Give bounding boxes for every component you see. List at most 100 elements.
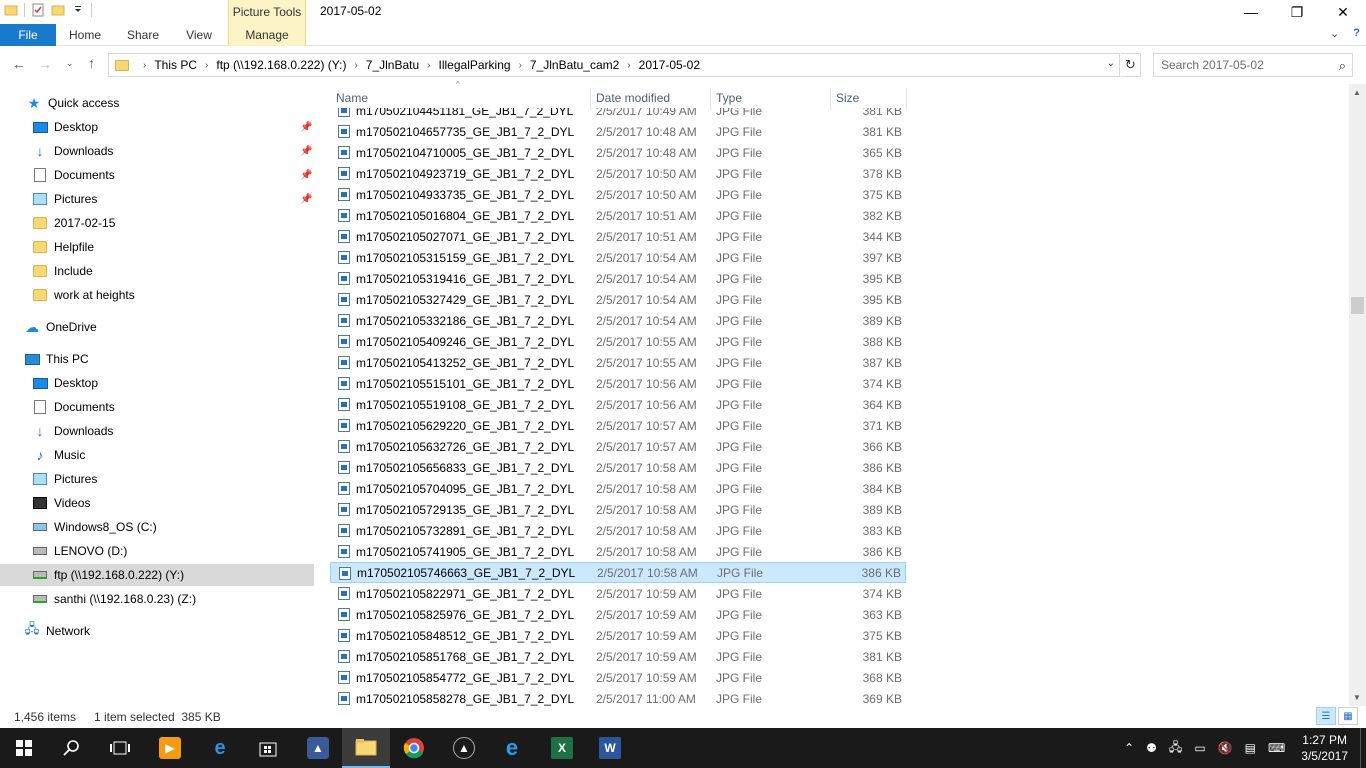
column-header-size[interactable]: Size — [836, 88, 906, 108]
nav-qa-include[interactable]: Include — [0, 260, 314, 282]
search-box[interactable]: ⌕ — [1153, 53, 1353, 77]
file-row[interactable]: m170502105854772_GE_JB1_7_2_DYL 2/5/2017 … — [330, 667, 906, 688]
breadcrumb-jlnbatu[interactable]: 7_JlnBatu — [366, 58, 419, 72]
help-button[interactable]: ? — [1353, 27, 1360, 40]
nav-pc-desktop[interactable]: Desktop — [0, 372, 314, 394]
volume-muted-icon[interactable]: 🔇 — [1218, 741, 1233, 755]
scroll-down-icon[interactable]: ▼ — [1353, 693, 1361, 702]
forward-arrow-icon[interactable]: → — [38, 56, 52, 72]
nav-pc-windows-drive[interactable]: Windows8_OS (C:) — [0, 516, 314, 538]
ie-app[interactable]: e — [488, 728, 536, 768]
file-row[interactable]: m170502105732891_GE_JB1_7_2_DYL 2/5/2017 … — [330, 520, 906, 541]
battery-icon[interactable]: ▭ — [1194, 741, 1205, 755]
file-row[interactable]: m170502105729135_GE_JB1_7_2_DYL 2/5/2017 … — [330, 499, 906, 520]
vertical-scrollbar[interactable]: ▲ ▼ — [1349, 84, 1366, 706]
scrollbar-thumb[interactable] — [1351, 297, 1364, 314]
edge-app[interactable]: e — [196, 728, 244, 768]
search-icon[interactable]: ⌕ — [1339, 58, 1346, 74]
word-app[interactable]: W — [586, 728, 634, 768]
file-row[interactable]: m170502104923719_GE_JB1_7_2_DYL 2/5/2017 … — [330, 163, 906, 184]
breadcrumb-cam2[interactable]: 7_JlnBatu_cam2 — [530, 58, 619, 72]
nav-pc-music[interactable]: ♪ Music — [0, 444, 314, 466]
file-row[interactable]: m170502105413252_GE_JB1_7_2_DYL 2/5/2017 … — [330, 352, 906, 373]
address-dropdown-icon[interactable]: ⌄ — [1107, 58, 1115, 69]
file-row[interactable]: m170502105851768_GE_JB1_7_2_DYL 2/5/2017 … — [330, 646, 906, 667]
tab-manage[interactable]: Manage — [228, 24, 306, 46]
file-row[interactable]: m170502105332186_GE_JB1_7_2_DYL 2/5/2017 … — [330, 310, 906, 331]
maximize-button[interactable]: ❐ — [1274, 0, 1320, 24]
file-row[interactable]: m170502105519108_GE_JB1_7_2_DYL 2/5/2017 … — [330, 394, 906, 415]
breadcrumb-illegalparking[interactable]: IllegalParking — [439, 58, 511, 72]
scroll-up-icon[interactable]: ▲ — [1353, 88, 1361, 97]
file-row[interactable]: m170502105825976_GE_JB1_7_2_DYL 2/5/2017 … — [330, 604, 906, 625]
tab-home[interactable]: Home — [56, 24, 114, 46]
breadcrumb-this-pc[interactable]: This PC — [154, 58, 197, 72]
pin-icon[interactable]: 📌 — [300, 122, 312, 133]
breadcrumb-current-folder[interactable]: 2017-05-02 — [639, 58, 700, 72]
nav-pc-pictures[interactable]: Pictures — [0, 468, 314, 490]
file-row[interactable]: m170502104933735_GE_JB1_7_2_DYL 2/5/2017 … — [330, 184, 906, 205]
properties-icon[interactable] — [31, 3, 45, 17]
address-bar[interactable]: › This PC › ftp (\\192.168.0.222) (Y:) ›… — [108, 53, 1120, 77]
close-button[interactable]: ✕ — [1320, 0, 1366, 24]
column-divider[interactable] — [906, 88, 907, 110]
column-header-type[interactable]: Type — [716, 88, 828, 108]
nav-pc-videos[interactable]: Videos — [0, 492, 314, 514]
chevron-right-icon[interactable]: › — [627, 60, 630, 71]
details-view-icon[interactable]: ☰ — [1316, 707, 1336, 725]
file-row[interactable]: m170502105822971_GE_JB1_7_2_DYL 2/5/2017 … — [330, 583, 906, 604]
file-row[interactable]: m170502104451181_GE_JB1_7_2_DYL 2/5/2017 … — [330, 108, 906, 121]
task-view-button[interactable] — [96, 728, 144, 768]
pin-icon[interactable]: 📌 — [300, 146, 312, 157]
show-desktop-button[interactable] — [1360, 728, 1366, 768]
app-6[interactable]: ▲ — [294, 728, 342, 768]
chevron-right-icon[interactable]: › — [519, 60, 522, 71]
file-row[interactable]: m170502104657735_GE_JB1_7_2_DYL 2/5/2017 … — [330, 121, 906, 142]
column-divider[interactable] — [710, 88, 711, 110]
file-row[interactable]: m170502105848512_GE_JB1_7_2_DYL 2/5/2017 … — [330, 625, 906, 646]
file-row[interactable]: m170502105746663_GE_JB1_7_2_DYL 2/5/2017 … — [330, 562, 906, 583]
nav-onedrive[interactable]: ☁ OneDrive — [0, 316, 314, 338]
nav-pc-documents[interactable]: Documents — [0, 396, 314, 418]
file-row[interactable]: m170502105327429_GE_JB1_7_2_DYL 2/5/2017 … — [330, 289, 906, 310]
folder-icon[interactable] — [4, 3, 18, 17]
up-arrow-icon[interactable]: ↑ — [88, 55, 95, 71]
media-player-app[interactable]: ▶ — [146, 728, 194, 768]
file-row[interactable]: m170502105629220_GE_JB1_7_2_DYL 2/5/2017 … — [330, 415, 906, 436]
store-app[interactable] — [244, 728, 292, 768]
chevron-right-icon[interactable]: › — [205, 60, 208, 71]
tab-file[interactable]: File — [0, 24, 56, 46]
file-row[interactable]: m170502105632726_GE_JB1_7_2_DYL 2/5/2017 … — [330, 436, 906, 457]
nav-this-pc[interactable]: This PC — [0, 348, 314, 370]
column-header-date[interactable]: Date modified — [596, 88, 708, 108]
keyboard-icon[interactable]: ⌨ — [1268, 741, 1285, 755]
pin-icon[interactable]: 📌 — [300, 194, 312, 205]
column-header-name[interactable]: Name — [336, 88, 590, 108]
file-row[interactable]: m170502105704095_GE_JB1_7_2_DYL 2/5/2017 … — [330, 478, 906, 499]
nav-qa-downloads[interactable]: ↓ Downloads 📌 — [0, 140, 314, 162]
minimize-button[interactable]: — — [1228, 0, 1274, 24]
file-explorer-app[interactable] — [342, 728, 390, 768]
file-row[interactable]: m170502105027071_GE_JB1_7_2_DYL 2/5/2017 … — [330, 226, 906, 247]
nav-qa-helpfile[interactable]: Helpfile — [0, 236, 314, 258]
nav-qa-desktop[interactable]: Desktop 📌 — [0, 116, 314, 138]
back-arrow-icon[interactable]: ← — [12, 56, 26, 72]
chevron-right-icon[interactable]: › — [143, 60, 146, 71]
chevron-right-icon[interactable]: › — [354, 60, 357, 71]
file-row[interactable]: m170502105016804_GE_JB1_7_2_DYL 2/5/2017 … — [330, 205, 906, 226]
tab-share[interactable]: Share — [116, 24, 170, 46]
nav-pc-santhi-drive[interactable]: santhi (\\192.168.0.23) (Z:) — [0, 588, 314, 610]
file-row[interactable]: m170502105319416_GE_JB1_7_2_DYL 2/5/2017 … — [330, 268, 906, 289]
customize-qat-icon[interactable] — [71, 3, 85, 17]
file-row[interactable]: m170502104710005_GE_JB1_7_2_DYL 2/5/2017 … — [330, 142, 906, 163]
file-row[interactable]: m170502105656833_GE_JB1_7_2_DYL 2/5/2017 … — [330, 457, 906, 478]
chevron-up-icon[interactable]: ⌃ — [1124, 741, 1134, 755]
nav-qa-2017-02-15[interactable]: 2017-02-15 — [0, 212, 314, 234]
file-row[interactable]: m170502105315159_GE_JB1_7_2_DYL 2/5/2017 … — [330, 247, 906, 268]
file-row[interactable]: m170502105515101_GE_JB1_7_2_DYL 2/5/2017 … — [330, 373, 906, 394]
nav-pc-ftp-drive[interactable]: ftp (\\192.168.0.222) (Y:) — [0, 564, 314, 586]
recent-locations-chevron-icon[interactable]: ⌄ — [66, 58, 74, 69]
nav-pc-downloads[interactable]: ↓ Downloads — [0, 420, 314, 442]
nav-qa-pictures[interactable]: Pictures 📌 — [0, 188, 314, 210]
nav-qa-work-at-heights[interactable]: work at heights — [0, 284, 314, 306]
